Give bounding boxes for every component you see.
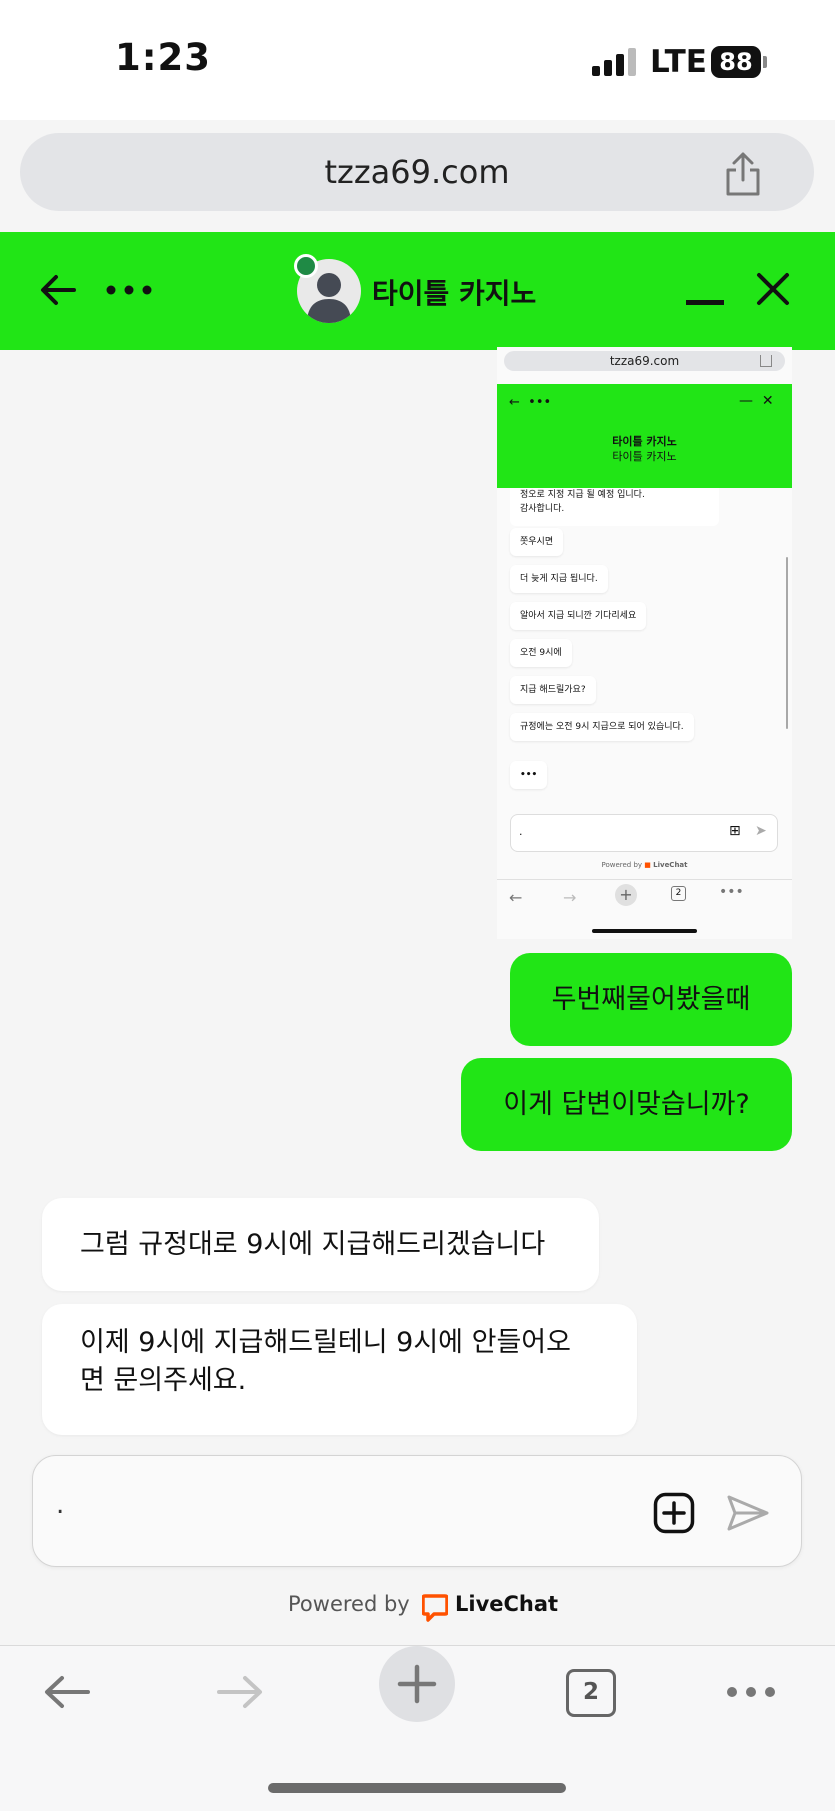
shot-powered-by: Powered by ■ LiveChat: [497, 861, 792, 869]
shot-send-icon: ➤: [755, 823, 767, 839]
battery-tip: [763, 56, 767, 68]
shot-nav-back-icon: ←: [509, 888, 523, 907]
livechat-logo-icon: [422, 1594, 448, 1622]
back-arrow-icon[interactable]: [38, 270, 78, 310]
powered-by-label: Powered by: [288, 1592, 410, 1616]
shot-typing-indicator: •••: [510, 761, 548, 789]
online-status-dot: [294, 254, 318, 278]
shot-url-bar: tzza69.com: [504, 351, 785, 371]
incoming-message: 그럼 규정대로 9시에 지급해드리겠습니다: [42, 1198, 599, 1291]
shot-message: 더 늦게 지급 됩니다.: [510, 565, 608, 593]
plus-icon: [397, 1664, 437, 1704]
home-indicator: [268, 1783, 566, 1793]
attached-screenshot[interactable]: tzza69.com ← ••• — ✕ 타이틀 카지노 타이틀 카지노 정오로…: [497, 347, 792, 939]
shot-attach-icon: ⊞: [729, 823, 741, 839]
livechat-brand[interactable]: LiveChat: [455, 1592, 558, 1616]
outgoing-message: 두번째물어봤을때: [510, 953, 792, 1046]
address-bar[interactable]: tzza69.com: [20, 133, 814, 211]
shot-header-subtitle: 타이틀 카지노: [612, 450, 677, 463]
share-icon[interactable]: [722, 150, 764, 198]
shot-message: 알아서 지급 되니깐 기다리세요: [510, 602, 647, 630]
minimize-icon[interactable]: [686, 300, 724, 305]
shot-nav-new-tab-icon: +: [615, 884, 637, 906]
incoming-message: 이제 9시에 지급해드릴테니 9시에 안들어오 면 문의주세요.: [42, 1304, 637, 1435]
shot-nav-tabs-icon: 2: [671, 886, 686, 901]
tabs-count-button[interactable]: 2: [566, 1669, 616, 1717]
shot-message: 지급 해드릴가요?: [510, 676, 596, 704]
shot-home-indicator: [592, 929, 697, 933]
attach-plus-icon[interactable]: [653, 1492, 695, 1534]
shot-bottom-nav: ← → + 2 •••: [497, 879, 792, 925]
shot-powered-label: Powered by: [601, 861, 643, 869]
shot-input-text: .: [519, 825, 523, 838]
more-options-icon[interactable]: [106, 282, 152, 298]
browser-more-icon[interactable]: [726, 1684, 776, 1700]
shot-brand: LiveChat: [653, 861, 688, 869]
signal-icon: [592, 48, 636, 76]
shot-livechat-logo-icon: ■: [644, 861, 651, 869]
shot-header-title: 타이틀 카지노: [612, 435, 677, 448]
close-icon[interactable]: [756, 272, 790, 306]
shot-nav-forward-icon: →: [563, 888, 577, 907]
message-input[interactable]: .: [56, 1490, 64, 1520]
shot-top-bubble: 정오로 지정 지급 될 예정 입니다. 감사합니다.: [510, 488, 719, 526]
battery-icon: 88: [711, 46, 761, 78]
status-time: 1:23: [115, 36, 212, 79]
url-text: tzza69.com: [324, 153, 510, 191]
shot-scrollbar: [786, 557, 788, 729]
shot-share-icon: [760, 355, 772, 367]
network-label: LTE: [650, 44, 707, 80]
browser-forward-icon[interactable]: [215, 1670, 265, 1714]
new-tab-button[interactable]: [379, 1646, 455, 1722]
shot-message: 규정에는 오전 9시 지급으로 되어 있습니다.: [510, 713, 694, 741]
send-icon[interactable]: [726, 1493, 770, 1533]
shot-nav-more-icon: •••: [719, 884, 744, 900]
shot-message: 오전 9시에: [510, 639, 572, 667]
chat-title: 타이틀 카지노: [372, 277, 537, 310]
browser-back-icon[interactable]: [42, 1670, 92, 1714]
shot-message-input: . ⊞ ➤: [510, 814, 778, 852]
shot-back-icon: ← •••: [509, 395, 552, 410]
shot-window-controls: — ✕: [739, 393, 774, 409]
shot-message: 쫏우시면: [510, 528, 564, 556]
outgoing-message: 이게 답변이맞습니까?: [461, 1058, 792, 1151]
